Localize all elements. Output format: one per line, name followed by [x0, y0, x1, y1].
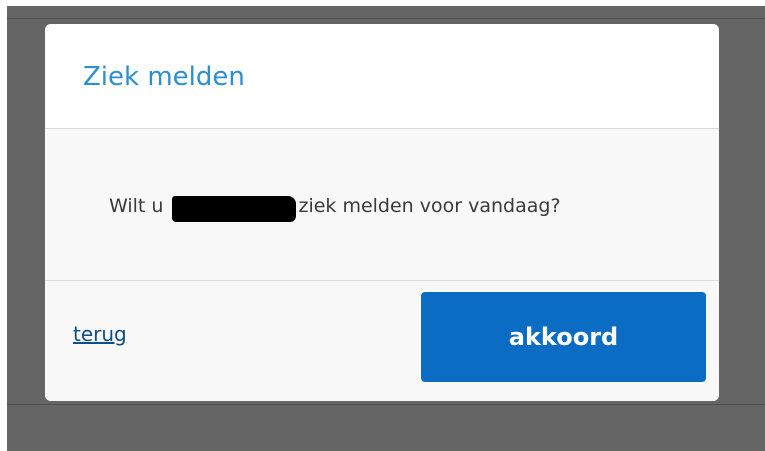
backdrop-divider-top: [7, 18, 765, 19]
dialog-footer: terug akkoord: [45, 281, 719, 401]
backdrop-divider-bottom: [7, 404, 765, 405]
agree-button[interactable]: akkoord: [421, 292, 706, 382]
message-prefix: Wilt u: [109, 195, 164, 217]
back-link[interactable]: terug: [73, 322, 127, 346]
sick-report-dialog: Ziek melden Wilt u ziek melden voor vand…: [45, 24, 719, 401]
dialog-header: Ziek melden: [45, 24, 719, 129]
redacted-name: [172, 196, 297, 222]
confirmation-message: Wilt u ziek melden voor vandaag?: [109, 193, 561, 222]
message-suffix: ziek melden voor vandaag?: [298, 195, 561, 217]
dialog-body: Wilt u ziek melden voor vandaag?: [45, 129, 719, 281]
dialog-title: Ziek melden: [83, 62, 245, 92]
